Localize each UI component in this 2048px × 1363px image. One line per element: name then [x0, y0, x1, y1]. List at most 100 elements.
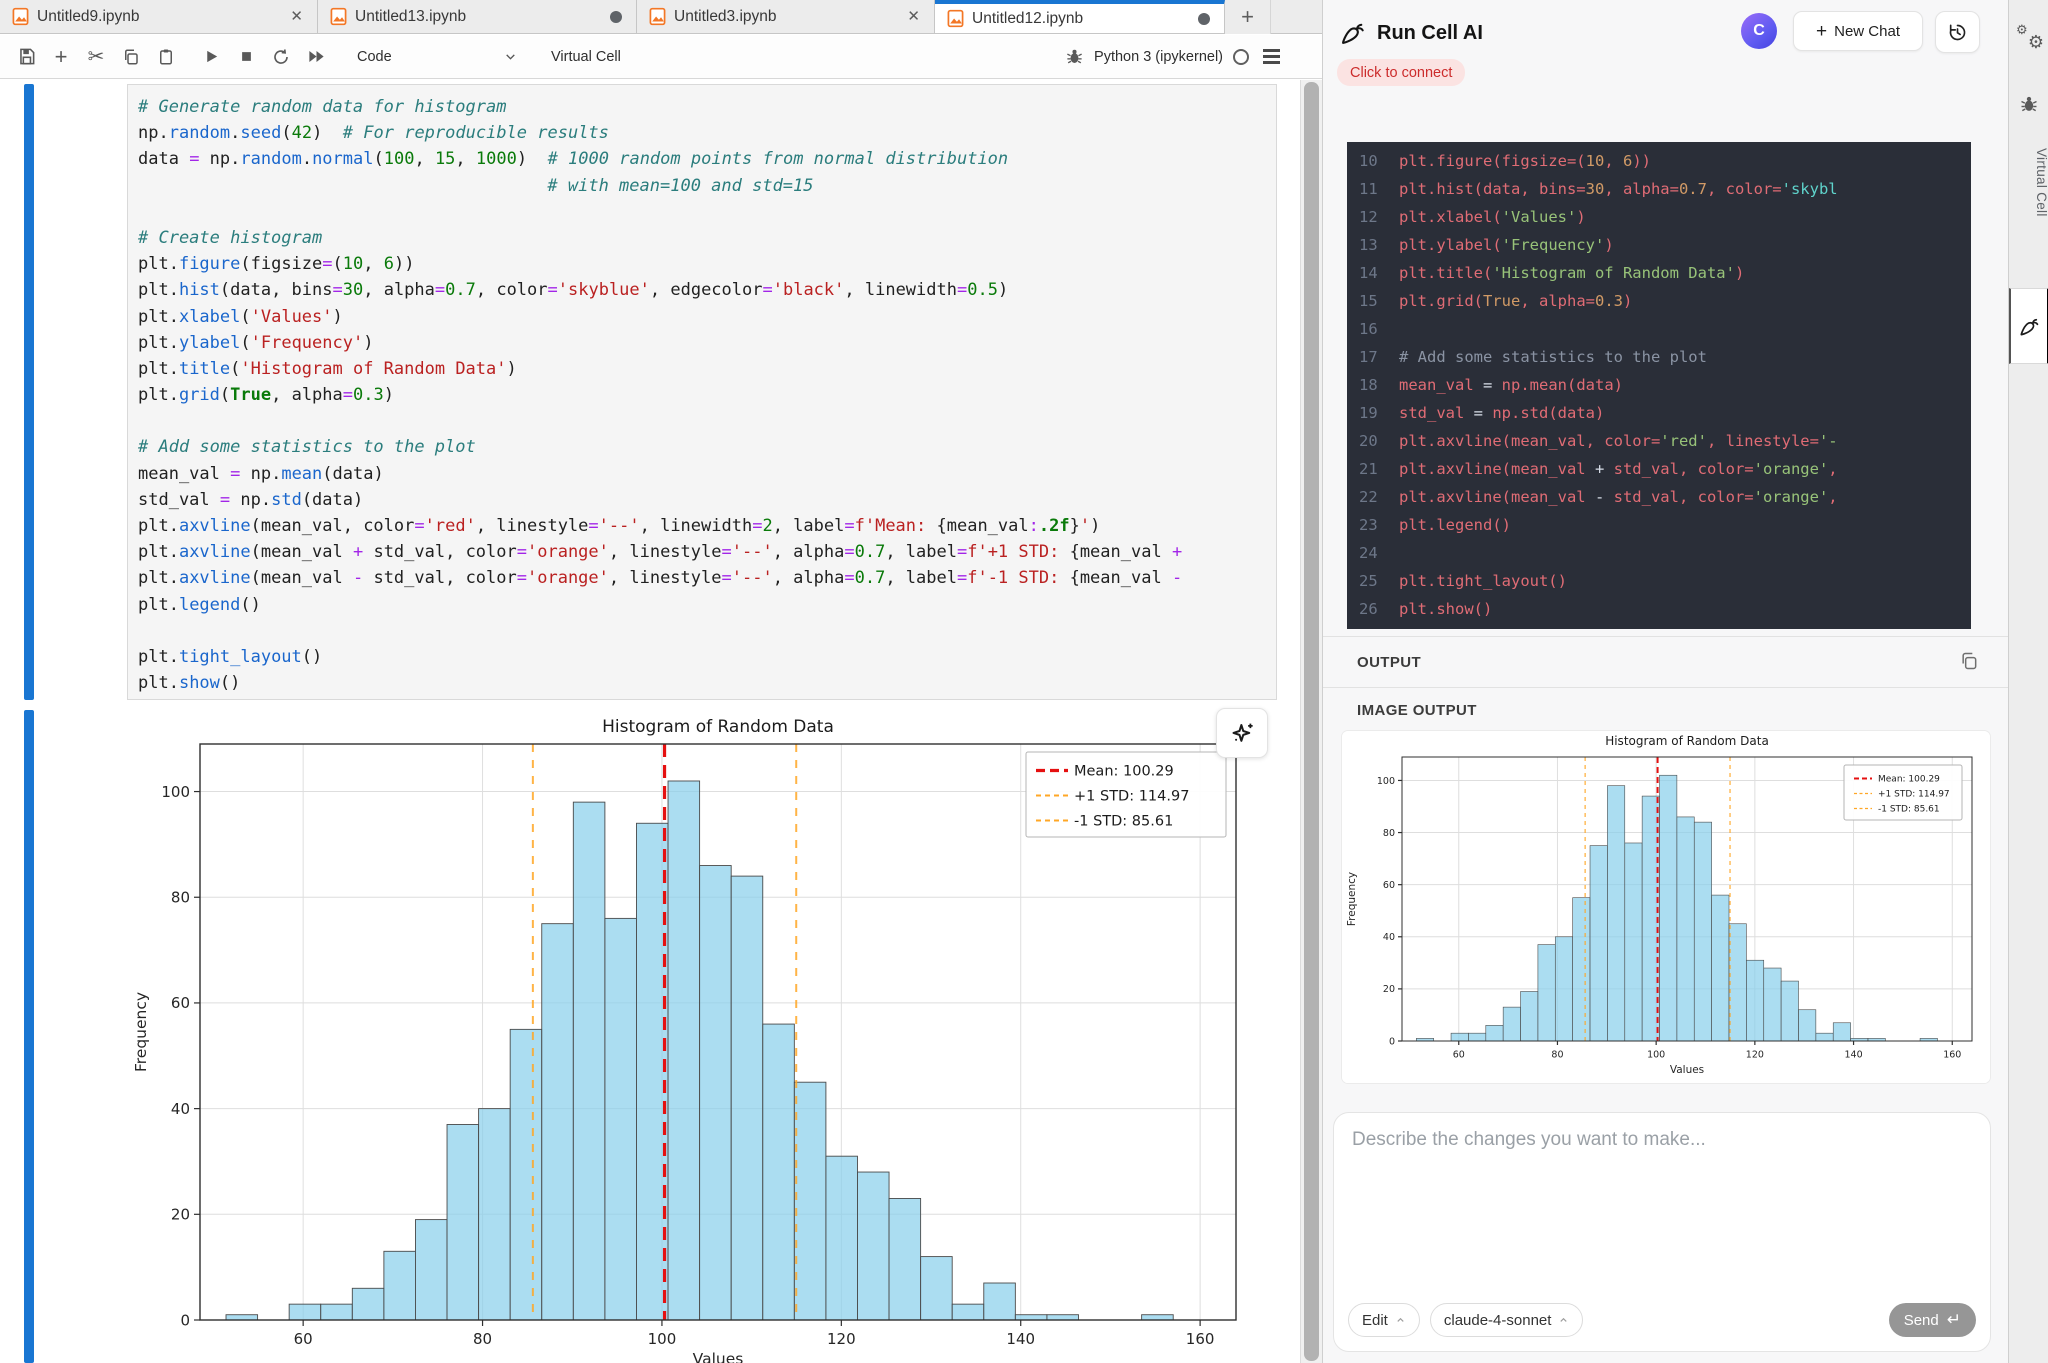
chat-input-card: Edit claude-4-sonnet Send ↵	[1333, 1112, 1991, 1352]
code-line: plt.axvline(mean_val - std_val, color='o…	[138, 565, 1276, 591]
cell-collapser-input[interactable]	[24, 84, 34, 700]
svg-text:80: 80	[171, 888, 190, 906]
code-line: plt.grid(True, alpha=0.3)	[138, 382, 1276, 408]
code-line: plt.show()	[138, 670, 1276, 696]
notebook-tab[interactable]: Untitled13.ipynb	[318, 0, 637, 33]
code-line: data = np.random.normal(100, 15, 1000) #…	[138, 146, 1276, 172]
panel-code-line: 10plt.figure(figsize=(10, 6))	[1347, 147, 1971, 175]
save-button[interactable]	[10, 41, 42, 73]
panel-title: Run Cell AI	[1377, 22, 1483, 45]
code-line: # with mean=100 and std=15	[138, 173, 1276, 199]
code-line: mean_val = np.mean(data)	[138, 461, 1276, 487]
image-output-card: 6080100120140160020406080100Histogram of…	[1341, 730, 1991, 1084]
notebook-menu-icon[interactable]	[1259, 45, 1284, 68]
connect-status-pill[interactable]: Click to connect	[1337, 59, 1465, 86]
copy-output-button[interactable]	[1959, 651, 1979, 674]
add-cell-button[interactable]: +	[45, 41, 77, 73]
code-line: # Generate random data for histogram	[138, 94, 1276, 120]
notebook-toolbar: + ✂ Code Virtual Cell P	[0, 35, 1322, 79]
chevron-down-icon	[504, 50, 517, 63]
code-line: plt.ylabel('Frequency')	[138, 330, 1276, 356]
svg-text:140: 140	[1844, 1050, 1862, 1061]
svg-text:140: 140	[1006, 1330, 1035, 1348]
debugger-tab[interactable]	[2009, 82, 2048, 126]
tab-close-button[interactable]: ✕	[286, 7, 307, 26]
tab-close-button[interactable]: ✕	[903, 7, 924, 26]
svg-text:0: 0	[180, 1311, 190, 1329]
code-cell-editor[interactable]: # Generate random data for histogramnp.r…	[127, 84, 1277, 700]
code-line	[138, 408, 1276, 434]
svg-text:80: 80	[1383, 828, 1395, 839]
panel-code-viewer[interactable]: 10plt.figure(figsize=(10, 6))11plt.hist(…	[1347, 142, 1971, 629]
send-button[interactable]: Send ↵	[1889, 1303, 1976, 1337]
run-cell-button[interactable]	[195, 41, 227, 73]
code-line: # Create histogram	[138, 225, 1276, 251]
svg-text:120: 120	[1746, 1050, 1764, 1061]
cell-collapser-output[interactable]	[24, 710, 34, 1363]
svg-text:+1 STD: 114.97: +1 STD: 114.97	[1878, 790, 1950, 800]
image-output-section-label: IMAGE OUTPUT	[1357, 702, 1477, 719]
new-chat-button[interactable]: + New Chat	[1793, 11, 1923, 51]
chat-history-button[interactable]	[1935, 11, 1980, 53]
gears-icon: ⚙⚙	[2016, 23, 2042, 49]
paste-cell-button[interactable]	[150, 41, 182, 73]
notebook-tab[interactable]: Untitled12.ipynb	[935, 0, 1225, 33]
ai-sparkle-button[interactable]	[1216, 708, 1268, 758]
svg-text:0: 0	[1389, 1036, 1395, 1047]
right-sidebar-strip: ⚙⚙ Virtual Cell	[2008, 0, 2048, 1363]
svg-text:+1 STD: 114.97: +1 STD: 114.97	[1074, 789, 1189, 805]
svg-text:80: 80	[473, 1330, 492, 1348]
panel-code-line: 17# Add some statistics to the plot	[1347, 343, 1971, 371]
run-all-cells-button[interactable]	[300, 41, 332, 73]
code-line	[138, 618, 1276, 644]
sparkle-icon	[1229, 720, 1256, 747]
mini-histogram-figure: 6080100120140160020406080100Histogram of…	[1342, 731, 1990, 1084]
restart-kernel-button[interactable]	[265, 41, 297, 73]
svg-text:40: 40	[171, 1100, 190, 1118]
panel-code-line: 12plt.xlabel('Values')	[1347, 203, 1971, 231]
tab-unsaved-dot[interactable]	[1198, 13, 1210, 25]
panel-code-line: 14plt.title('Histogram of Random Data')	[1347, 259, 1971, 287]
cut-cell-button[interactable]: ✂	[80, 41, 112, 73]
scrollbar-thumb[interactable]	[1304, 82, 1319, 1361]
debugger-bug-icon[interactable]	[1065, 47, 1084, 66]
svg-text:Values: Values	[693, 1350, 744, 1363]
code-line: plt.xlabel('Values')	[138, 304, 1276, 330]
svg-text:Frequency: Frequency	[132, 992, 150, 1072]
panel-code-line: 19std_val = np.std(data)	[1347, 399, 1971, 427]
notebook-tab[interactable]: Untitled9.ipynb✕	[0, 0, 318, 33]
cell-type-dropdown[interactable]: Code	[357, 49, 517, 65]
copy-cell-button[interactable]	[115, 41, 147, 73]
panel-code-line: 21plt.axvline(mean_val + std_val, color=…	[1347, 455, 1971, 483]
virtual-cell-toolbar-button[interactable]: Virtual Cell	[551, 49, 621, 65]
new-tab-button[interactable]: +	[1225, 0, 1271, 34]
return-key-icon: ↵	[1947, 1310, 1961, 1330]
notebook-tab[interactable]: Untitled3.ipynb✕	[637, 0, 935, 33]
model-dropdown[interactable]: claude-4-sonnet	[1430, 1303, 1584, 1337]
avatar[interactable]: C	[1741, 13, 1777, 49]
code-line: plt.title('Histogram of Random Data')	[138, 356, 1276, 382]
tab-unsaved-dot[interactable]	[610, 11, 622, 23]
svg-text:60: 60	[1383, 880, 1395, 891]
svg-text:-1 STD: 85.61: -1 STD: 85.61	[1074, 814, 1173, 830]
kernel-status-indicator[interactable]	[1233, 49, 1249, 65]
svg-text:Histogram of Random Data: Histogram of Random Data	[1605, 734, 1769, 748]
chevron-up-icon	[1395, 1315, 1406, 1326]
run-cell-ai-tab[interactable]	[2009, 288, 2048, 364]
virtual-cell-strip-label: Virtual Cell	[2009, 148, 2048, 217]
kernel-name[interactable]: Python 3 (ipykernel)	[1094, 49, 1223, 65]
svg-text:60: 60	[1453, 1050, 1465, 1061]
svg-text:120: 120	[827, 1330, 856, 1348]
panel-code-line: 24	[1347, 539, 1971, 567]
svg-text:100: 100	[1647, 1050, 1665, 1061]
property-inspector-tab[interactable]: ⚙⚙	[2009, 14, 2048, 58]
chat-input[interactable]	[1352, 1129, 1972, 1279]
panel-code-line: 20plt.axvline(mean_val, color='red', lin…	[1347, 427, 1971, 455]
svg-text:100: 100	[648, 1330, 677, 1348]
svg-text:Values: Values	[1670, 1064, 1704, 1076]
stop-kernel-button[interactable]	[230, 41, 262, 73]
edit-mode-dropdown[interactable]: Edit	[1348, 1303, 1420, 1337]
svg-text:Mean: 100.29: Mean: 100.29	[1074, 764, 1174, 780]
carrot-icon	[2018, 315, 2041, 338]
tab-bar: Untitled9.ipynb✕Untitled13.ipynbUntitled…	[0, 0, 1322, 34]
